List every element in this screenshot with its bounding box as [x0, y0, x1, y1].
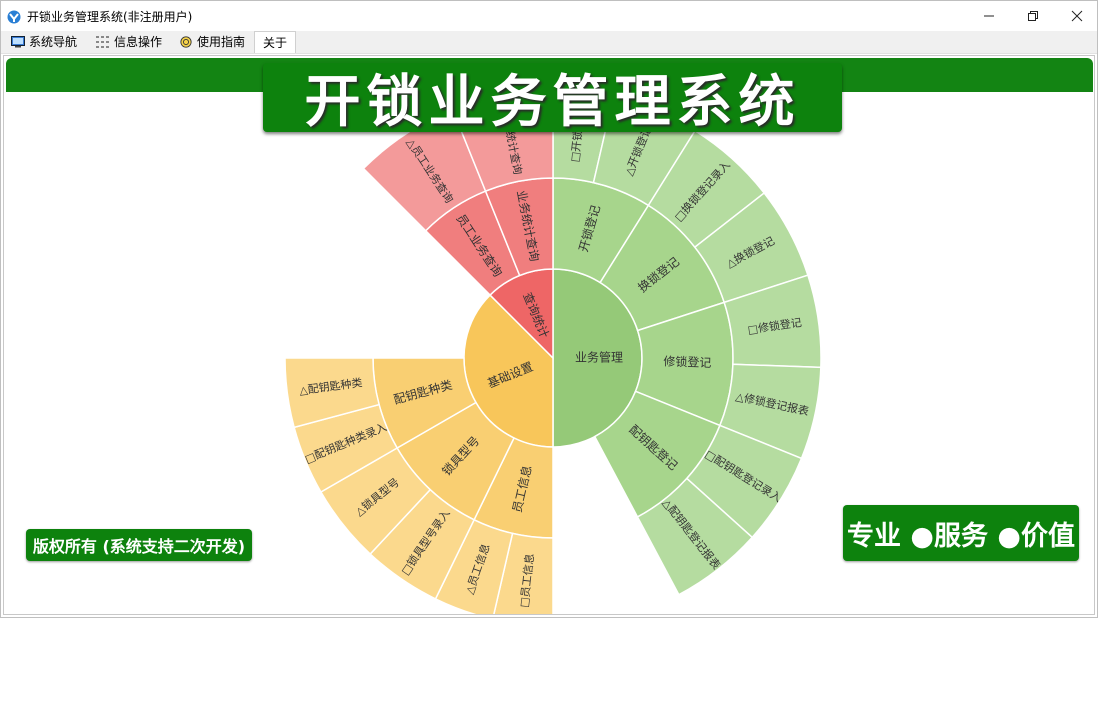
window-title: 开锁业务管理系统(非注册用户) [27, 10, 193, 24]
monitor-icon [11, 35, 25, 47]
page-title: 开锁业务管理系统 [263, 63, 842, 135]
menu-system-nav[interactable]: 系统导航 [11, 31, 77, 52]
close-button[interactable] [1055, 1, 1097, 31]
menu-about[interactable]: 关于 [254, 31, 297, 53]
sunburst-label: 修锁登记 [663, 353, 712, 370]
copyright-label: 版权所有 (系统支持二次开发) [26, 529, 252, 561]
restore-button[interactable] [1011, 1, 1055, 31]
minimize-icon [984, 15, 994, 17]
main-panel: 业务管理 基础设置 查询统计 开锁登记 换锁登记 修锁登记 配钥匙登记 员工信息 锁具型号 配钥匙… [3, 55, 1095, 615]
title-bar[interactable]: 开锁业务管理系统(非注册用户) [1, 1, 1097, 31]
sunburst-label: 业务管理 [575, 350, 623, 365]
menu-user-guide[interactable]: 使用指南 [179, 31, 245, 52]
menu-label: 使用指南 [197, 35, 246, 49]
app-window: 开锁业务管理系统(非注册用户) 系统导航 信息操作 使用指南 关于 业务管理 基… [0, 0, 1098, 618]
close-icon [1071, 10, 1083, 22]
app-logo-icon [7, 10, 21, 24]
menu-label: 信息操作 [114, 35, 163, 49]
menu-label: 关于 [263, 36, 288, 50]
menu-info-ops[interactable]: 信息操作 [96, 31, 162, 52]
menu-bar: 系统导航 信息操作 使用指南 关于 [1, 31, 1097, 54]
help-icon [180, 35, 192, 48]
minimize-button[interactable] [967, 1, 1011, 31]
restore-icon [1028, 11, 1038, 21]
menu-label: 系统导航 [29, 35, 78, 49]
slogan-label: 专业 ●服务 ●价值 [843, 505, 1079, 561]
grid-icon [96, 35, 109, 48]
